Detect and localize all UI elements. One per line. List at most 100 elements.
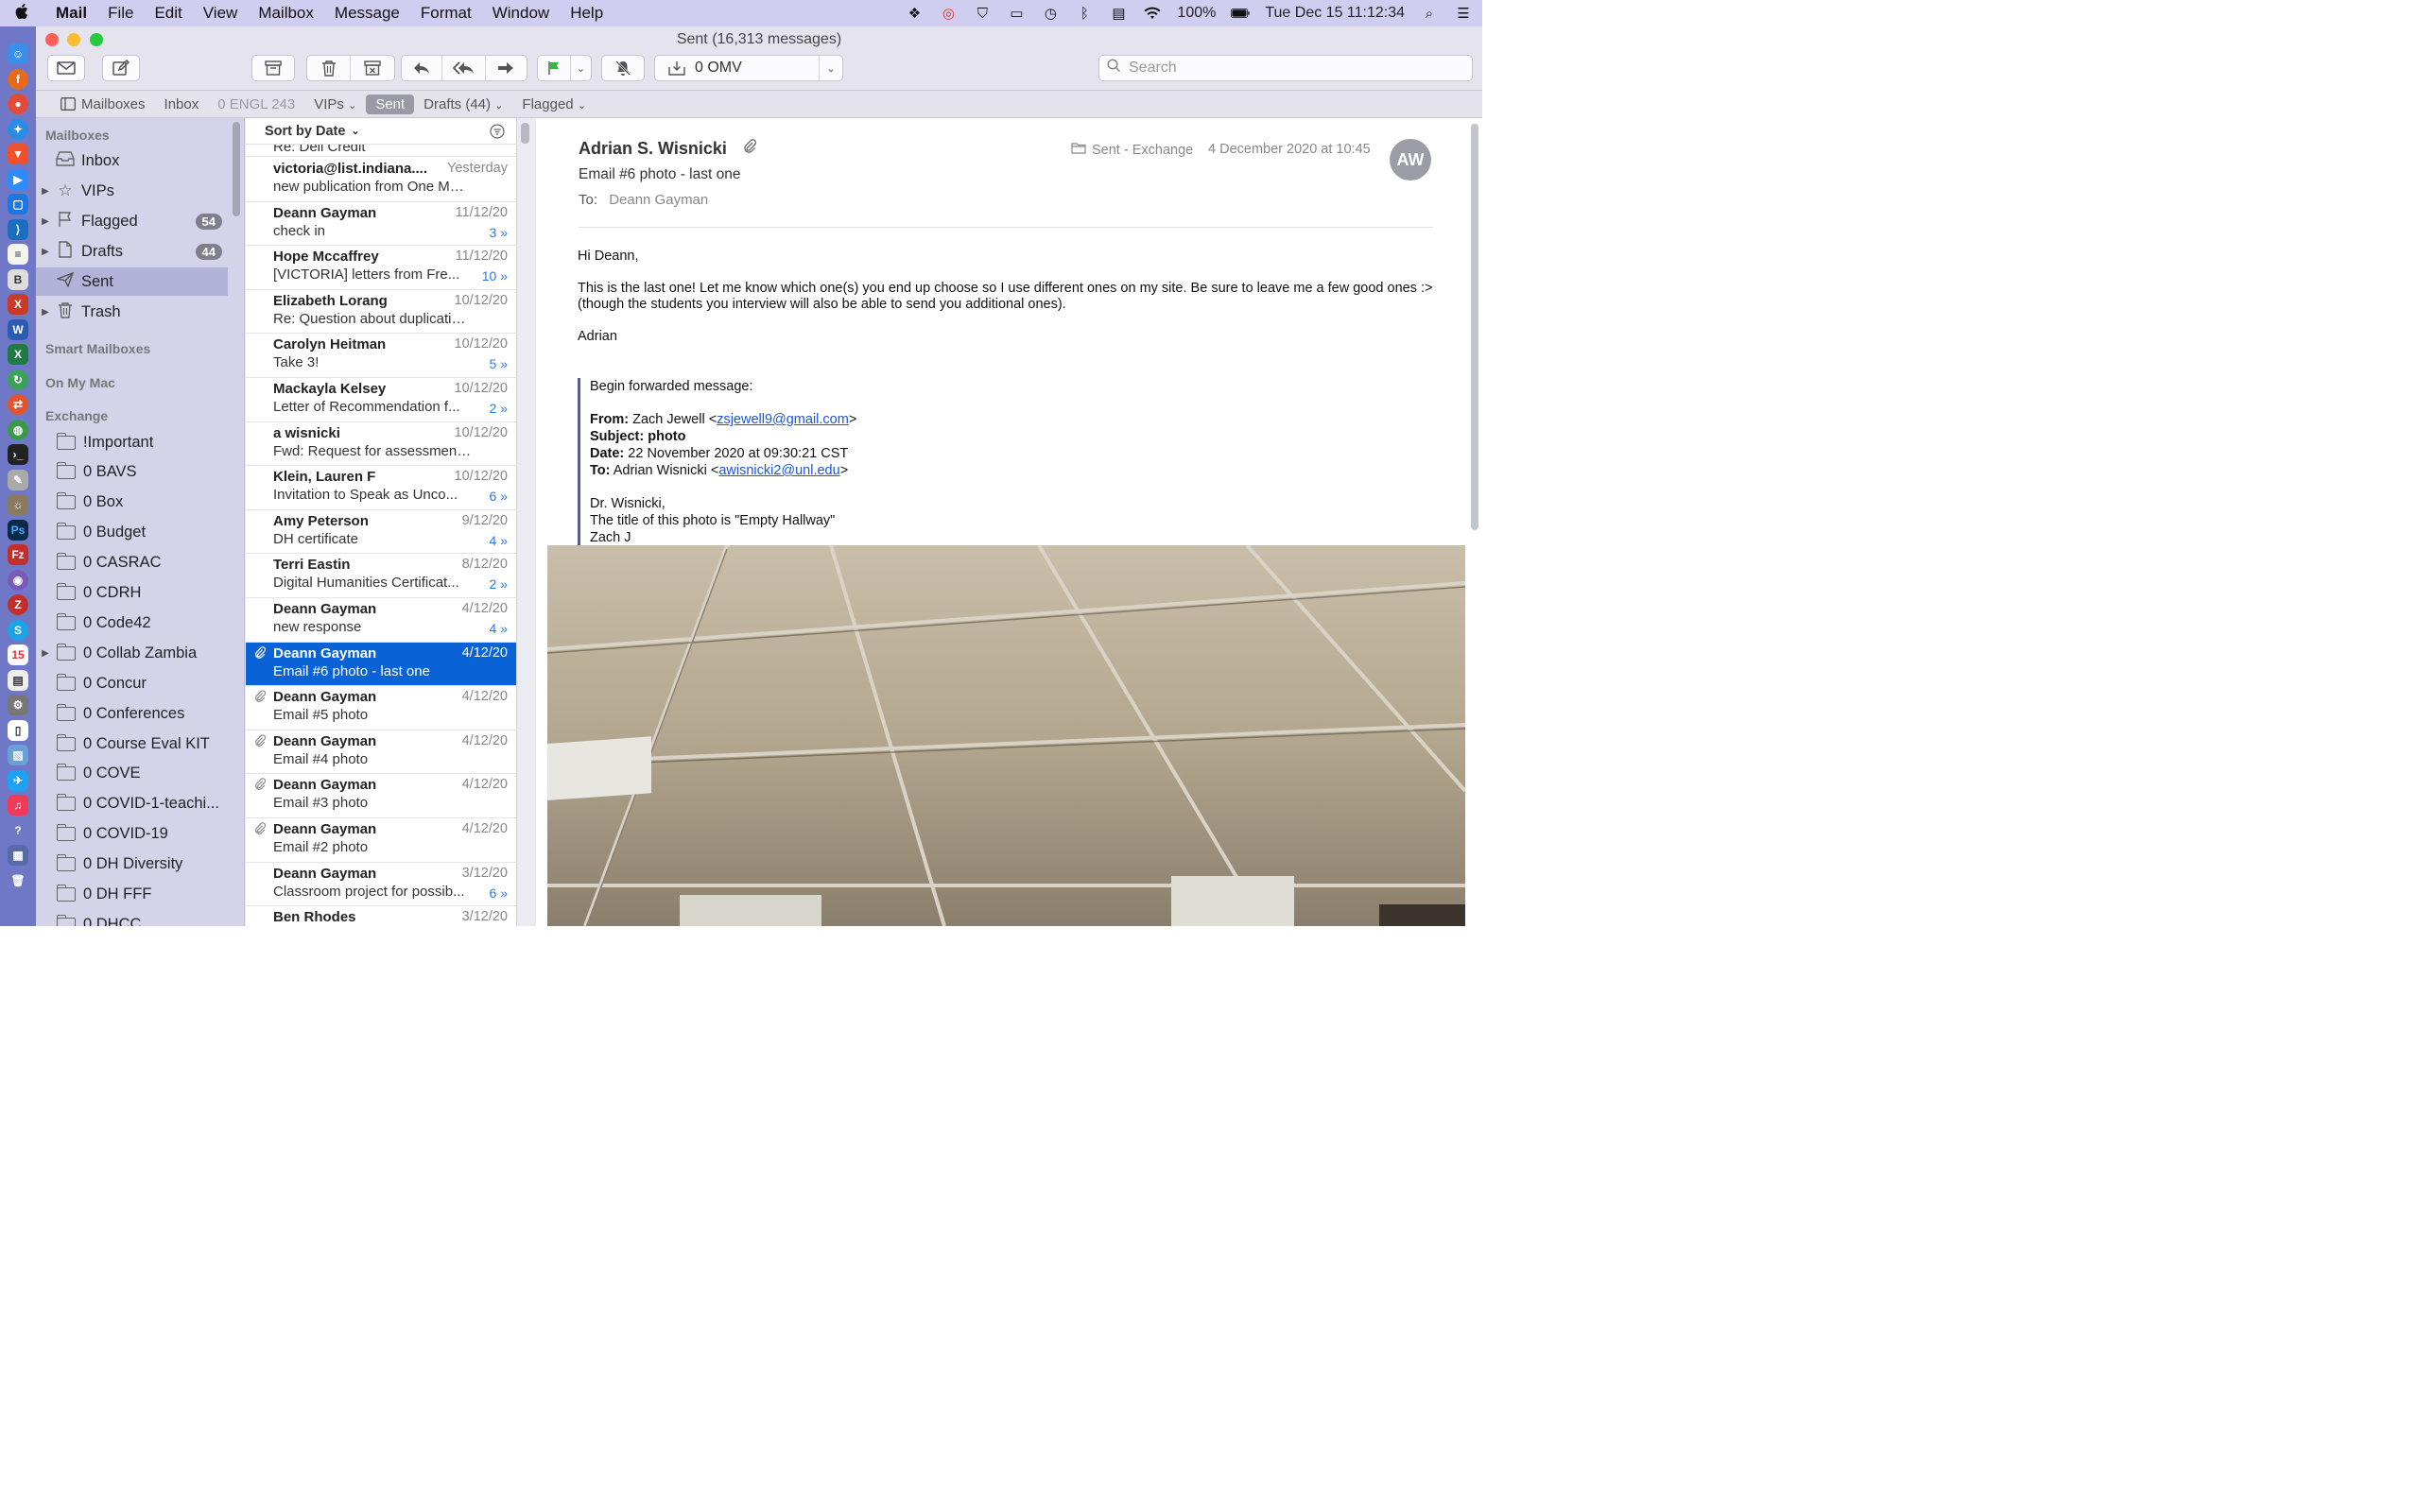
automator-icon[interactable]: ✎ [8, 469, 28, 490]
music-icon[interactable]: ♫ [8, 795, 28, 816]
sidebar-item-trash[interactable]: ▶ Trash [36, 298, 228, 326]
gimp-icon[interactable]: ☼ [8, 494, 28, 515]
menu-mailbox[interactable]: Mailbox [248, 4, 324, 23]
dropbox-icon[interactable]: ❖ [905, 5, 924, 22]
message-row[interactable]: Deann Gayman 4/12/20 Email #2 photo [246, 818, 516, 863]
safari-icon[interactable]: ✦ [8, 118, 28, 140]
message-row[interactable]: Mackayla Kelsey 10/12/20 Letter of Recomme… [246, 378, 516, 422]
sidebar-folder[interactable]: 0 COVID-19 [36, 820, 228, 849]
sidebar-folder[interactable]: 0 Concur [36, 669, 228, 697]
sidebar-section-exchange[interactable]: Exchange [36, 408, 108, 423]
message-row[interactable]: Elizabeth Lorang 10/12/20 Re: Question abo… [246, 290, 516, 335]
sidebar-folder[interactable]: 0 CASRAC [36, 549, 228, 577]
message-row[interactable]: Amy Peterson 9/12/20 DH certificate 4 » [246, 510, 516, 555]
sidebar-folder[interactable]: 0 DH Diversity [36, 850, 228, 879]
move-to-mailbox-button[interactable]: 0 OMV [655, 56, 821, 80]
sidebar-folder[interactable]: 0 Course Eval KIT [36, 730, 228, 758]
attachment-icon[interactable] [743, 139, 756, 158]
message-row[interactable]: victoria@list.indiana.... Yesterday new pu… [246, 158, 516, 202]
shield-icon[interactable]: ⛉ [973, 5, 992, 22]
reading-pane-scrollbar[interactable] [1471, 124, 1478, 530]
xquartz-icon[interactable]: X [8, 294, 28, 315]
delete-button[interactable] [307, 56, 351, 80]
favorite-drafts[interactable]: Drafts (44) ⌄ [414, 94, 512, 114]
favorite-engl-243[interactable]: 0 ENGL 243 [208, 94, 304, 114]
sync-icon[interactable]: ↻ [8, 369, 28, 390]
favorite-inbox[interactable]: Inbox [155, 94, 209, 114]
chrome-icon[interactable]: ● [8, 94, 28, 114]
archive-button[interactable] [251, 55, 295, 81]
menu-file[interactable]: File [97, 4, 144, 23]
favorite-vips[interactable]: VIPs ⌄ [304, 94, 366, 114]
terminal-icon[interactable]: ›_ [8, 444, 28, 465]
favorites-mailboxes-button[interactable]: Mailboxes [51, 94, 155, 114]
menu-window[interactable]: Window [482, 4, 560, 23]
sidebar-scrollbar[interactable] [233, 122, 240, 216]
favorite-sent[interactable]: Sent [366, 94, 415, 114]
time-machine-icon[interactable]: ◷ [1041, 5, 1060, 22]
menu-format[interactable]: Format [410, 4, 482, 23]
sidebar-folder[interactable]: 0 CDRH [36, 579, 228, 608]
sidebar-folder[interactable]: 0 Code42 [36, 609, 228, 637]
word-icon[interactable]: W [8, 318, 28, 340]
attached-photo-empty-hallway[interactable] [547, 545, 1465, 926]
filter-icon[interactable] [490, 124, 505, 143]
message-row[interactable]: Deann Gayman 4/12/20 Email #3 photo [246, 774, 516, 818]
disclosure-triangle-icon[interactable]: ▶ [36, 648, 55, 659]
disclosure-triangle-icon[interactable]: ▶ [36, 247, 55, 257]
message-row[interactable]: a wisnicki 10/12/20 Fwd: Request for asses… [246, 422, 516, 467]
system-preferences-icon[interactable]: ⚙ [8, 695, 28, 715]
message-row[interactable]: Deann Gayman 4/12/20 new response 4 » [246, 598, 516, 643]
flag-button[interactable] [538, 56, 571, 80]
forward-from-email-link[interactable]: zsjewell9@gmail.com [717, 412, 849, 427]
sidebar-item-inbox[interactable]: Inbox [36, 146, 228, 175]
apple-menu-icon[interactable] [0, 3, 45, 25]
message-list-scrollbar[interactable] [521, 123, 529, 144]
menu-app-mail[interactable]: Mail [45, 4, 97, 23]
menu-edit[interactable]: Edit [144, 4, 192, 23]
trash-dock-icon[interactable]: 🗑 [8, 870, 28, 891]
flag-menu-button[interactable]: ⌄ [571, 56, 591, 80]
messages-icon[interactable]: ▢ [8, 194, 28, 215]
sidebar-section-smart-mailboxes[interactable]: Smart Mailboxes [36, 341, 150, 356]
sidebar-section-on-my-mac[interactable]: On My Mac [36, 375, 115, 390]
sidebar-item-flagged[interactable]: ▶ Flagged 54 [36, 207, 228, 235]
move-mailbox-dropdown[interactable]: ⌄ [820, 56, 842, 80]
bluetooth-icon[interactable]: ᛒ [1075, 5, 1094, 22]
message-row[interactable]: Deann Gayman 4/12/20 Email #5 photo [246, 686, 516, 730]
sidebar-item-vips[interactable]: ▶ ☆ VIPs [36, 177, 228, 205]
sidebar-item-sent[interactable]: Sent [36, 267, 228, 296]
message-row[interactable]: Terri Eastin 8/12/20 Digital Humanities Ce… [246, 554, 516, 598]
junk-button[interactable] [351, 56, 394, 80]
menu-view[interactable]: View [193, 4, 249, 23]
message-row[interactable]: Deann Gayman 4/12/20 Email #6 photo - last… [246, 642, 516, 687]
sidebar-folder[interactable]: 0 BAVS [36, 458, 228, 487]
sidebar-folder[interactable]: 0 DH FFF [36, 881, 228, 909]
globe-icon[interactable]: ◍ [8, 419, 28, 440]
excel-icon[interactable]: X [8, 344, 28, 365]
message-row[interactable]: Deann Gayman 11/12/20 check in 3 » [246, 202, 516, 247]
zoom-icon[interactable]: ▶ [8, 168, 28, 190]
sidebar-folder[interactable]: !Important [36, 428, 228, 456]
memory-icon[interactable]: ▤ [1109, 5, 1128, 22]
message-row[interactable]: Klein, Lauren F 10/12/20 Invitation to Spe… [246, 466, 516, 510]
reply-all-button[interactable] [442, 56, 486, 80]
mute-button[interactable] [601, 55, 645, 81]
github-icon[interactable]: ◉ [8, 569, 28, 591]
photoshop-icon[interactable]: Ps [8, 519, 28, 541]
document-icon[interactable]: ▯ [8, 719, 28, 741]
message-row[interactable]: Hope Mccaffrey 11/12/20 [VICTORIA] letters… [246, 246, 516, 290]
sort-by-date-button[interactable]: Sort by Date ⌄ [246, 118, 516, 145]
battery-icon[interactable] [1231, 5, 1250, 22]
notes-icon[interactable]: ≡ [8, 244, 28, 265]
control-center-icon[interactable]: ☰ [1454, 5, 1473, 22]
compose-button[interactable] [102, 55, 140, 81]
sidebar-folder[interactable]: ▶ 0 Collab Zambia [36, 639, 228, 667]
reply-button[interactable] [402, 56, 443, 80]
sidebar-folder[interactable]: 0 Box [36, 489, 228, 517]
get-mail-button[interactable] [47, 55, 85, 81]
menubar-clock[interactable]: Tue Dec 15 11:12:34 [1265, 5, 1405, 22]
disclosure-triangle-icon[interactable]: ▶ [36, 307, 55, 318]
sidebar-folder[interactable]: 0 Budget [36, 519, 228, 547]
zotero-icon[interactable]: Z [8, 594, 28, 615]
